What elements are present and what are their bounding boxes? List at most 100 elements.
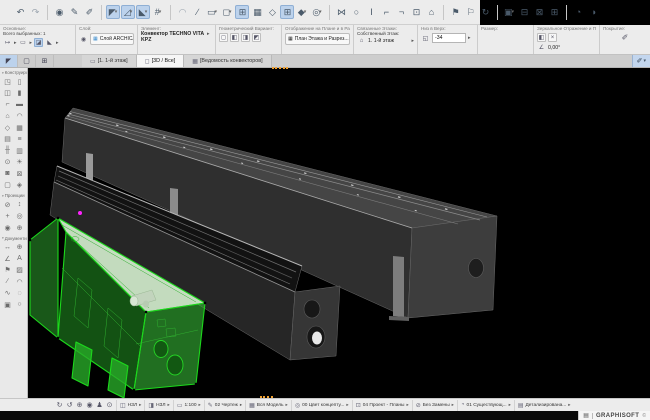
mirror-button[interactable]: ◧ <box>537 33 546 42</box>
fit-in-window-icon[interactable]: ⊙ <box>105 401 114 410</box>
toolbox-tool-icon[interactable]: ◇ <box>2 122 14 134</box>
point-snap-dropdown[interactable]: ◣▾ <box>136 5 150 19</box>
view-select[interactable]: ⊡ 04 Проект - Планы ▸ <box>352 400 412 411</box>
toolbox-tool-icon[interactable]: ⊙ <box>2 157 14 169</box>
toolbox-tool-icon[interactable]: ◌ <box>14 288 26 300</box>
arrow-cursor-icon[interactable]: ◣ <box>45 38 54 47</box>
toolbox-tool-icon[interactable]: ⌐ <box>2 99 14 111</box>
separator[interactable] <box>166 5 171 20</box>
group-dropdown[interactable]: ▣▾ <box>502 5 516 19</box>
toolbox-tool-icon[interactable]: ⊠ <box>14 168 26 180</box>
toolbox-section-design[interactable]: ▾Конструирование <box>0 68 27 76</box>
toolbox-tool-icon[interactable]: A <box>14 253 26 265</box>
toolbox-tool-icon[interactable]: + <box>2 211 14 223</box>
paintbrush-icon[interactable]: ✐ <box>621 33 630 42</box>
toolbox-section-document[interactable]: ▾Документирование <box>0 234 27 242</box>
lock-dropdown[interactable]: ◻▾ <box>220 5 234 19</box>
search-icon[interactable]: ○ <box>349 5 363 19</box>
chevron-icon[interactable]: ▸ <box>411 38 414 44</box>
hotspot-handle[interactable] <box>78 211 82 215</box>
toolbox-tool-icon[interactable]: ▦ <box>14 122 26 134</box>
tab-schedule[interactable]: ▦ [Ведомость конвекторов] <box>184 55 271 67</box>
detail-level-select[interactable]: ▤ Детализирована... ▸ <box>514 400 574 411</box>
toolbox-tool-icon[interactable]: ≡ <box>14 134 26 146</box>
marquee-tool-button[interactable]: ▢ <box>18 55 36 67</box>
measure-icon[interactable]: ✐ <box>82 5 96 19</box>
toolbox-tool-icon[interactable]: ◠ <box>14 276 26 288</box>
toolbox-tool-icon[interactable]: ▤ <box>2 134 14 146</box>
toolbox-section-views[interactable]: ▾Проекции <box>0 191 27 199</box>
graphic-override-select[interactable]: ◎ 00 Цвет концепту... ▸ <box>291 400 352 411</box>
toolbox-tool-icon[interactable]: ○ <box>14 299 26 311</box>
redo-icon[interactable]: ↷ <box>28 5 42 19</box>
toolbox-tool-icon[interactable]: ◫ <box>2 88 14 100</box>
eye-icon[interactable]: ◉ <box>79 35 88 44</box>
toolbox-tool-icon[interactable]: ☀ <box>14 157 26 169</box>
toolbox-tool-icon[interactable]: ╫ <box>2 145 14 157</box>
flag-outline-icon[interactable]: ⚐ <box>463 5 477 19</box>
separator[interactable] <box>562 5 567 20</box>
pen-set-select[interactable]: ✎ 02 Чертеж ▸ <box>204 400 245 411</box>
bottom-offset-input[interactable]: -34 <box>432 33 466 43</box>
send-backward-icon[interactable]: ⊠ <box>532 5 546 19</box>
trim-icon[interactable]: ⌐ <box>379 5 393 19</box>
separator[interactable] <box>97 5 102 20</box>
separator[interactable] <box>325 5 330 20</box>
orbit-icon[interactable]: ↻ <box>55 401 64 410</box>
element-value[interactable]: Конвектор TECHNO VITA KPZ <box>141 31 207 43</box>
view-mode-dropdown[interactable]: ◎▾ <box>310 5 324 19</box>
zoom-icon[interactable]: ⊕ <box>75 401 84 410</box>
toolbox-tool-icon[interactable]: ◠ <box>14 111 26 123</box>
toolbox-tool-icon[interactable]: ▢ <box>2 180 14 192</box>
toolbox-tool-icon[interactable]: ∿ <box>2 288 14 300</box>
surface-quick-dropdown[interactable]: ✐ ▾ <box>632 55 650 67</box>
separator[interactable] <box>493 5 498 20</box>
plan-display-dropdown[interactable]: ▦ План Этажа и Разрез... ▸ <box>285 33 350 45</box>
marquee-dropdown[interactable]: ▭▾ <box>205 5 219 19</box>
layer-combination-select[interactable]: ◫ НЗЛ ▸ <box>116 400 144 411</box>
magnet-toggle-icon[interactable]: ⊞ <box>235 5 249 19</box>
explore-icon[interactable]: ↺ <box>65 401 74 410</box>
geometry-variant-button[interactable]: ◧ <box>230 33 239 42</box>
toolbox-tool-icon[interactable]: ▬ <box>14 99 26 111</box>
toolbox-tool-icon[interactable]: ∠ <box>2 253 14 265</box>
toolbox-tool-icon[interactable]: ◉ <box>2 222 14 234</box>
separator[interactable] <box>439 5 444 20</box>
stretch-icon[interactable]: I <box>364 5 378 19</box>
dimension-style-select[interactable]: ◨ НЗЛ ▸ <box>144 400 172 411</box>
toolbox-tool-icon[interactable]: ◙ <box>2 168 14 180</box>
toolbox-tool-icon[interactable]: ⚑ <box>2 265 14 277</box>
layer-dropdown[interactable]: ▦ Слой ARCHICAD ▸ <box>90 33 134 45</box>
schedule-icon[interactable]: ▦ <box>250 5 264 19</box>
scale-select[interactable]: ▭ 1:100 ▸ <box>173 400 204 411</box>
rotation-value[interactable]: 0,00° <box>548 45 560 51</box>
chevron-icon[interactable]: ▸ <box>207 31 210 37</box>
look-to-icon[interactable]: ◉ <box>85 401 94 410</box>
chevron-icon[interactable]: ▸ <box>468 35 471 41</box>
separator[interactable] <box>43 5 48 20</box>
toolbox-tool-icon[interactable]: ⊕ <box>14 242 26 254</box>
chevron-icon[interactable]: ▸ <box>56 40 59 46</box>
geometry-variant-button[interactable]: ◻ <box>219 33 228 42</box>
pickup-parameters-icon[interactable]: ◉ <box>52 5 66 19</box>
renovation-filter-select[interactable]: ◔ 01 Существующ... ▸ <box>457 400 514 411</box>
status-b-icon[interactable]: ◑ <box>586 5 600 19</box>
override-select[interactable]: ⊘ Без Замены ▸ <box>412 400 457 411</box>
toolbox-tool-icon[interactable]: ∕ <box>2 276 14 288</box>
toolbox-tool-icon[interactable]: ◈ <box>14 180 26 192</box>
toolbox-tool-icon[interactable]: ▮ <box>14 88 26 100</box>
guide-lines-icon[interactable]: ◠ <box>175 5 189 19</box>
geometry-variant-button[interactable]: ◨ <box>241 33 250 42</box>
tab-3d[interactable]: ◻ [3D / Все] <box>137 55 185 67</box>
toolbox-tool-icon[interactable]: ▣ <box>2 299 14 311</box>
defaults-icon[interactable]: ↦ <box>3 38 12 47</box>
intersect-icon[interactable]: ¬ <box>394 5 408 19</box>
status-a-icon[interactable]: ◔ <box>571 5 585 19</box>
split-icon[interactable]: ⋈ <box>334 5 348 19</box>
module-icon[interactable]: ⊞ <box>547 5 561 19</box>
model-filter-select[interactable]: ▦ Вся Модель ▸ <box>245 400 291 411</box>
rotate-icon[interactable]: ↻ <box>478 5 492 19</box>
toolbox-tool-icon[interactable]: ▯ <box>14 76 26 88</box>
walk-icon[interactable]: ♟ <box>95 401 104 410</box>
cursor-snap-dropdown[interactable]: ◤▾ <box>106 5 120 19</box>
